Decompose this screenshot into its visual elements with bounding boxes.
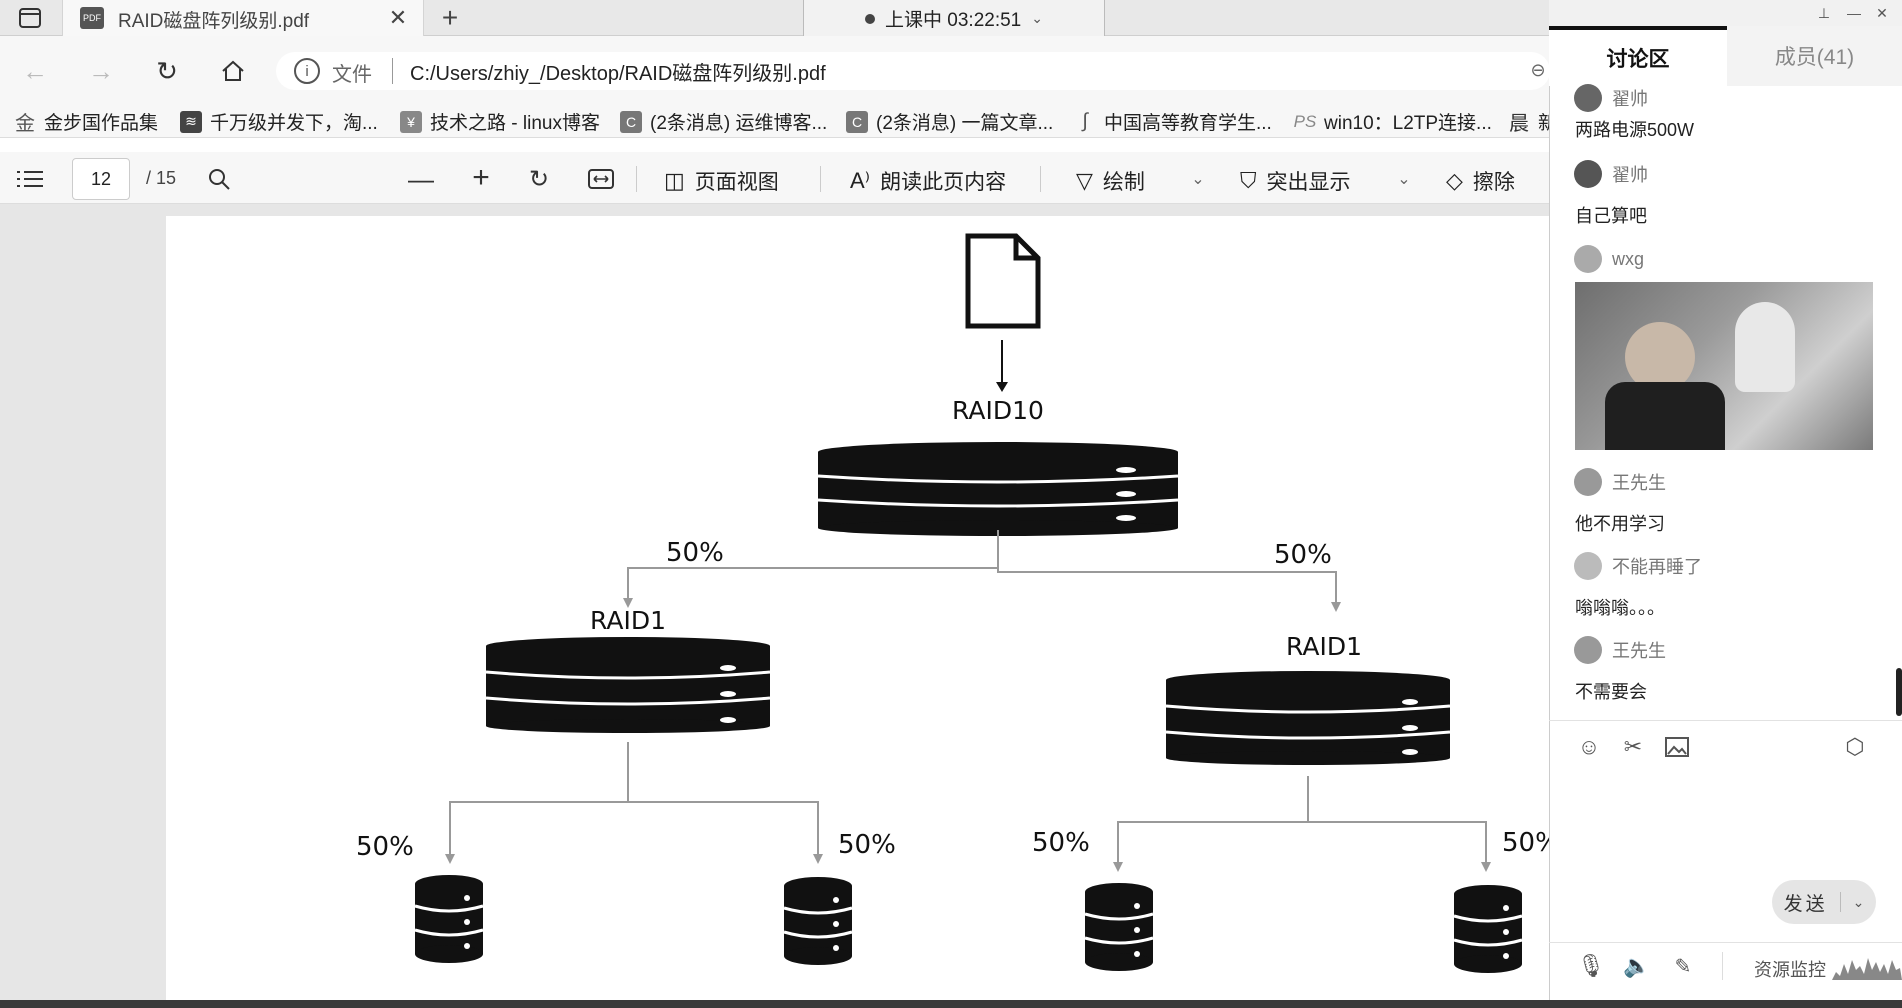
raid1-right-label: RAID1: [1286, 632, 1362, 661]
chat-message: 两路电源500W: [1575, 120, 1695, 140]
avatar: [1574, 245, 1602, 273]
microphone-icon[interactable]: 🎙: [1576, 950, 1606, 982]
pen-icon[interactable]: ✎: [1668, 950, 1698, 982]
chat-message: 自己算吧: [1575, 206, 1647, 226]
chat-sender: 翟帅: [1574, 160, 1648, 188]
chat-message: 嗡嗡嗡。。。: [1575, 598, 1665, 618]
divider: [1722, 952, 1723, 980]
raid1-left-label: RAID1: [590, 606, 666, 635]
emoji-icon[interactable]: ☺: [1574, 732, 1604, 762]
percent-label: 50%: [356, 832, 414, 862]
document-icon: [965, 233, 1041, 329]
chat-sender: 不能再睡了: [1574, 552, 1702, 580]
divider: [1549, 720, 1902, 721]
percent-label: 50%: [1032, 828, 1090, 858]
send-label: 发送: [1783, 893, 1828, 915]
shared-image[interactable]: [1575, 282, 1873, 450]
taskbar-edge: [0, 1000, 1902, 1008]
settings-icon[interactable]: ⬡: [1840, 732, 1870, 762]
chat-sender: wxg: [1574, 245, 1644, 273]
avatar: [1574, 552, 1602, 580]
disk-icon: [413, 873, 485, 965]
chat-message: 不需要会: [1575, 682, 1647, 702]
chat-sender: 王先生: [1574, 468, 1666, 496]
raid10-label: RAID10: [952, 396, 1044, 425]
chat-message: 他不用学习: [1575, 514, 1665, 534]
scissors-icon[interactable]: ✂: [1618, 732, 1648, 762]
tab-discussion[interactable]: 讨论区: [1549, 26, 1727, 86]
raid10-diagram: [413, 233, 1524, 975]
percent-label: 50%: [838, 830, 896, 860]
avatar: [1574, 636, 1602, 664]
tab-members[interactable]: 成员(41): [1727, 26, 1902, 86]
chat-sender: 王先生: [1574, 636, 1666, 664]
resource-graph-icon: [1832, 958, 1902, 980]
minimize-icon[interactable]: —: [1842, 2, 1866, 24]
raid1-left-server-icon: [485, 637, 771, 733]
divider: [1549, 942, 1902, 943]
avatar: [1574, 468, 1602, 496]
speaker-icon[interactable]: 🔈: [1622, 950, 1652, 982]
percent-label: 50%: [1274, 540, 1332, 570]
send-button[interactable]: 发送 ⌄: [1772, 880, 1876, 924]
raid10-server-icon: [817, 442, 1179, 536]
disk-icon: [1083, 881, 1155, 973]
avatar: [1574, 84, 1602, 112]
resource-monitor-label[interactable]: 资源监控: [1754, 956, 1826, 982]
disk-icon: [1452, 883, 1524, 975]
scrollbar-thumb[interactable]: [1896, 668, 1902, 716]
raid1-right-server-icon: [1165, 671, 1451, 765]
chat-sender: 翟帅: [1574, 84, 1648, 112]
percent-label: 50%: [666, 538, 724, 568]
pin-icon[interactable]: ⊥: [1812, 2, 1836, 24]
chat-input[interactable]: [1560, 770, 1894, 874]
disk-icon: [782, 875, 854, 967]
close-icon[interactable]: ✕: [1870, 2, 1894, 24]
chevron-down-icon: ⌄: [1852, 893, 1865, 910]
image-icon[interactable]: [1662, 732, 1692, 762]
avatar: [1574, 160, 1602, 188]
